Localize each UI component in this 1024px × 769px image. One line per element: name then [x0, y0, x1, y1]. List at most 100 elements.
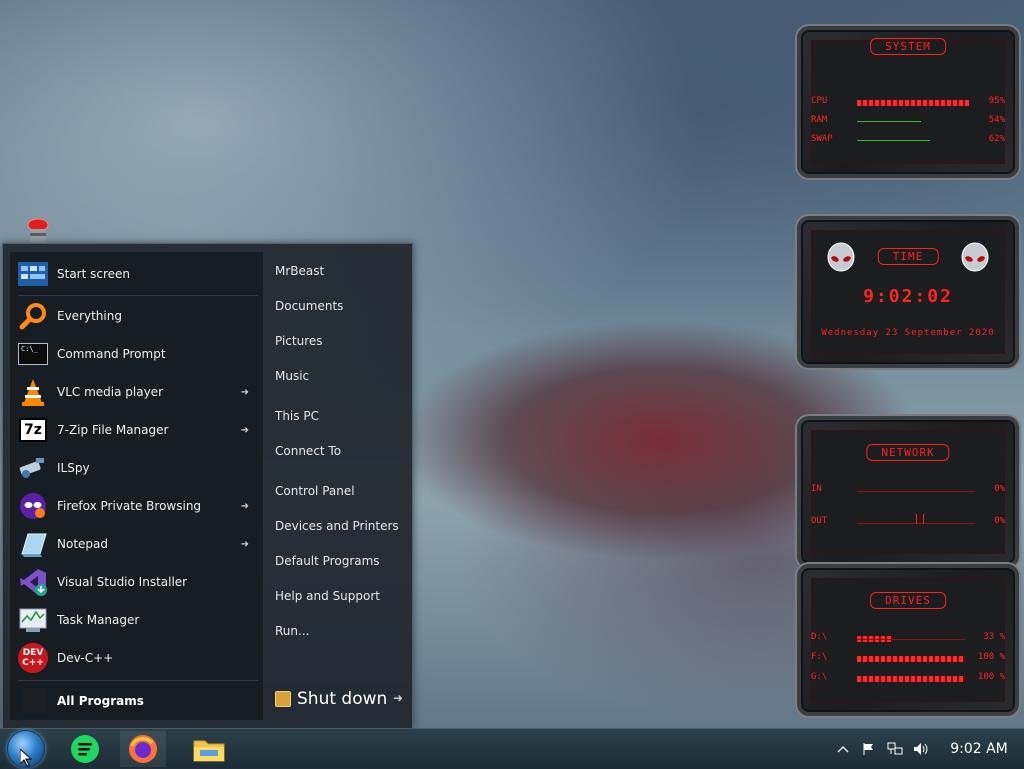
app-label: Dev-C++ [57, 651, 114, 665]
place-help-support[interactable]: Help and Support [275, 589, 380, 603]
drive-f-row: F:\ 100 % [811, 652, 1005, 666]
app-label: 7-Zip File Manager [57, 423, 169, 437]
app-dev-cpp[interactable]: DEV C++ Dev-C++ [13, 640, 261, 676]
shutdown-options-arrow-icon[interactable]: ➜ [393, 691, 403, 705]
metric-label: CPU [811, 96, 828, 106]
metric-value: 0% [994, 484, 1005, 494]
app-label: Everything [57, 309, 122, 323]
app-everything[interactable]: Everything [13, 298, 261, 334]
shutdown-label: Shut down [297, 689, 388, 709]
metric-value: 0% [994, 516, 1005, 526]
system-tray: 9:02 AM [830, 729, 1024, 769]
place-devices-printers[interactable]: Devices and Printers [275, 519, 399, 533]
place-pictures[interactable]: Pictures [275, 334, 323, 348]
widget-title: DRIVES [870, 592, 946, 609]
metric-value: 100 % [977, 672, 1005, 682]
firefox-icon [129, 735, 157, 763]
taskbar-app-spotify[interactable] [62, 731, 108, 767]
app-label: Firefox Private Browsing [57, 499, 202, 513]
metric-label: IN [811, 484, 822, 494]
time-widget: TIME 9:02:02 Wednesday 23 September 2020 [795, 214, 1021, 370]
net-in-graph [857, 488, 975, 494]
place-music[interactable]: Music [275, 369, 309, 383]
app-7zip[interactable]: 7z 7-Zip File Manager ➜ [13, 412, 261, 448]
app-notepad[interactable]: Notepad ➜ [13, 526, 261, 562]
taskbar-clock[interactable]: 9:02 AM [934, 741, 1024, 757]
cmd-badge-text: C:\_ [18, 343, 48, 365]
app-start-screen[interactable]: Start screen [13, 256, 261, 292]
taskbar-app-file-explorer[interactable] [186, 731, 232, 767]
drive-d-row: D:\ 33 % [811, 632, 1005, 646]
metric-label: G:\ [811, 672, 828, 682]
folder-icon [193, 740, 225, 762]
metric-label: RAM [811, 115, 828, 125]
all-programs-icon [21, 688, 47, 714]
all-programs-button[interactable]: All Programs [13, 684, 261, 718]
app-vlc[interactable]: VLC media player ➜ [13, 374, 261, 410]
drive-bar [857, 636, 965, 642]
submenu-arrow-icon[interactable]: ➜ [241, 387, 249, 398]
submenu-arrow-icon[interactable]: ➜ [241, 539, 249, 550]
all-programs-label: All Programs [57, 694, 144, 708]
submenu-arrow-icon[interactable]: ➜ [241, 425, 249, 436]
command-prompt-icon: C:\_ [17, 338, 49, 370]
vlc-cone-icon [17, 376, 49, 408]
start-menu-places: MrBeast Documents Pictures Music This PC… [273, 244, 412, 729]
flag-icon[interactable] [860, 740, 878, 758]
shutdown-button[interactable]: Shut down ➜ [275, 687, 403, 711]
metric-value: 54% [988, 115, 1005, 125]
cpu-bar [857, 100, 975, 106]
dev-cpp-badge: DEV C++ [18, 643, 48, 673]
metric-label: OUT [811, 516, 828, 526]
app-command-prompt[interactable]: C:\_ Command Prompt [13, 336, 261, 372]
app-ilspy[interactable]: ILSpy [13, 450, 261, 486]
start-screen-icon [17, 258, 49, 290]
taskbar-app-firefox[interactable] [120, 731, 166, 767]
net-out-graph [857, 514, 975, 526]
widget-date: Wednesday 23 September 2020 [821, 328, 995, 338]
widget-clock: 9:02:02 [863, 286, 953, 307]
volume-icon[interactable] [912, 740, 930, 758]
network-icon[interactable] [886, 740, 904, 758]
7zip-icon: 7z [17, 414, 49, 446]
submenu-arrow-icon[interactable]: ➜ [241, 501, 249, 512]
widget-title: TIME [877, 248, 939, 265]
bar-fill [857, 121, 921, 122]
spotify-icon [71, 735, 99, 763]
app-label: ILSpy [57, 461, 90, 475]
app-task-manager[interactable]: Task Manager [13, 602, 261, 638]
metric-value: 95% [988, 96, 1005, 106]
app-vs-installer[interactable]: Visual Studio Installer [13, 564, 261, 600]
menu-divider [18, 680, 258, 681]
chevron-up-icon[interactable] [834, 740, 852, 758]
app-label: Task Manager [57, 613, 140, 627]
shutdown-icon [275, 691, 291, 707]
place-this-pc[interactable]: This PC [275, 409, 319, 423]
net-out-row: OUT 0% [811, 514, 1005, 530]
drive-g-row: G:\ 100 % [811, 672, 1005, 686]
place-user-folder[interactable]: MrBeast [275, 264, 324, 278]
metric-label: SWAP [811, 134, 833, 144]
visual-studio-installer-icon [17, 566, 49, 598]
place-run[interactable]: Run... [275, 624, 309, 638]
place-control-panel[interactable]: Control Panel [275, 484, 355, 498]
system-widget: SYSTEM CPU 95% RAM 54% SWAP 62% [795, 24, 1021, 180]
metric-value: 62% [988, 134, 1005, 144]
place-default-programs[interactable]: Default Programs [275, 554, 380, 568]
start-menu: Start screen Everything C:\_ Command Pro… [2, 243, 413, 730]
widget-title: SYSTEM [870, 38, 946, 55]
graph-spike [916, 514, 924, 524]
app-label: Visual Studio Installer [57, 575, 188, 589]
network-widget: NETWORK IN 0% OUT 0% [795, 414, 1021, 570]
metric-value: 100 % [977, 652, 1005, 662]
graph-line [857, 491, 975, 492]
mouse-cursor-icon [20, 749, 32, 767]
bar-fill [857, 656, 965, 662]
place-connect-to[interactable]: Connect To [275, 444, 341, 458]
place-documents[interactable]: Documents [275, 299, 343, 313]
drives-widget: DRIVES D:\ 33 % F:\ 100 % G:\ 100 % [795, 562, 1021, 718]
app-firefox-private[interactable]: Firefox Private Browsing ➜ [13, 488, 261, 524]
dev-cpp-badge-top: DEV [22, 648, 44, 658]
search-magnifier-icon [17, 300, 49, 332]
bar-fill [857, 676, 965, 682]
